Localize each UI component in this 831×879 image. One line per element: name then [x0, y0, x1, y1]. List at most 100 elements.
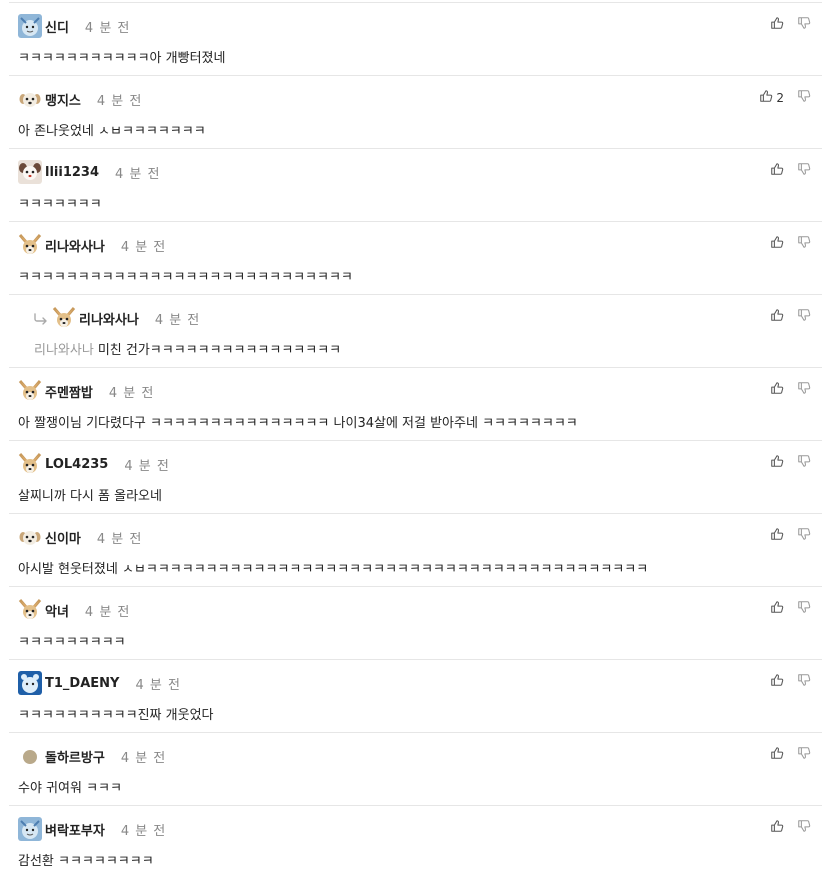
downvote-button[interactable]	[797, 672, 811, 691]
blue-bear-avatar[interactable]	[18, 671, 42, 695]
downvote-button[interactable]	[797, 818, 811, 837]
comment-text: ㅋㅋㅋㅋㅋㅋㅋㅋㅋ	[18, 635, 126, 650]
upvote-button[interactable]	[770, 745, 784, 764]
thumbs-up-icon	[770, 745, 784, 764]
comment-body: ㅋㅋㅋㅋㅋㅋㅋㅋㅋㅋㅋ아 개빵터졌네	[18, 47, 225, 66]
blue-character-avatar[interactable]	[18, 817, 42, 841]
comment-author[interactable]: 벼락포부자	[45, 820, 105, 839]
comment-header: 악녀 4 분 전	[18, 598, 130, 622]
upvote-button[interactable]	[770, 818, 784, 837]
thumbs-down-icon	[797, 161, 811, 180]
downvote-button[interactable]	[797, 745, 811, 764]
comment-text: 아 존나웃었네 ㅅㅂㅋㅋㅋㅋㅋㅋㅋ	[18, 124, 206, 139]
downvote-button[interactable]	[797, 161, 811, 180]
comment-text: ㅋㅋㅋㅋㅋㅋㅋㅋㅋㅋㅋ아 개빵터졌네	[18, 51, 226, 66]
comment-header: 벼락포부자 4 분 전	[18, 817, 166, 841]
cute-animal-avatar[interactable]	[18, 160, 42, 184]
comment-text: 감선환 ㅋㅋㅋㅋㅋㅋㅋㅋ	[18, 854, 154, 869]
comment-text: 살찌니까 다시 폼 올라오네	[18, 489, 162, 504]
comment-timestamp: 4 분 전	[120, 823, 167, 839]
comment-header: 리나와사나 4 분 전	[18, 233, 166, 257]
thumbs-down-icon	[797, 745, 811, 764]
reply-comment: 리나와사나 4 분 전 리나와사나 미친 건가ㅋㅋㅋㅋㅋㅋㅋㅋㅋㅋㅋㅋㅋㅋㅋㅋ	[9, 295, 822, 368]
upvote-button[interactable]	[770, 15, 784, 34]
chihuahua-avatar[interactable]	[52, 306, 76, 330]
reply-mention[interactable]: 리나와사나	[34, 343, 94, 358]
thumbs-down-icon	[797, 818, 811, 837]
vote-controls	[770, 818, 811, 837]
comment-item: llii1234 4 분 전 ㅋㅋㅋㅋㅋㅋㅋ	[9, 149, 822, 222]
comment-author[interactable]: 주멘짬밥	[45, 382, 93, 401]
vote-controls	[770, 234, 811, 253]
dot-avatar[interactable]	[18, 744, 42, 768]
comment-header: 신이마 4 분 전	[18, 525, 142, 549]
vote-controls	[770, 161, 811, 180]
thumbs-down-icon	[797, 15, 811, 34]
upvote-button[interactable]	[770, 526, 784, 545]
comment-timestamp: 4 분 전	[135, 677, 181, 693]
comment-author[interactable]: 리나와사나	[45, 236, 105, 255]
comment-timestamp: 4 분 전	[84, 604, 131, 620]
downvote-button[interactable]	[797, 307, 811, 326]
comment-header: 돌하르방구 4 분 전	[18, 744, 166, 768]
comment-author[interactable]: T1_DAENY	[45, 676, 119, 691]
downvote-button[interactable]	[797, 599, 811, 618]
comment-author[interactable]: 리나와사나	[79, 309, 139, 328]
comment-item: 신디 4 분 전 ㅋㅋㅋㅋㅋㅋㅋㅋㅋㅋㅋ아 개빵터졌네	[9, 3, 822, 76]
downvote-button[interactable]	[797, 88, 811, 107]
downvote-button[interactable]	[797, 453, 811, 472]
comment-item: 벼락포부자 4 분 전감선환 ㅋㅋㅋㅋㅋㅋㅋㅋ	[9, 806, 822, 879]
comment-timestamp: 4 분 전	[115, 166, 161, 182]
chihuahua-avatar[interactable]	[18, 233, 42, 257]
comment-item: LOL4235 4 분 전 살찌니까 다시 폼 올라오네	[9, 441, 822, 514]
thumbs-up-icon	[770, 234, 784, 253]
downvote-button[interactable]	[797, 234, 811, 253]
comment-header: T1_DAENY 4 분 전	[18, 671, 181, 695]
chihuahua-avatar[interactable]	[18, 598, 42, 622]
downvote-button[interactable]	[797, 526, 811, 545]
comment-text: 아시발 현웃터졌네 ㅅㅂㅋㅋㅋㅋㅋㅋㅋㅋㅋㅋㅋㅋㅋㅋㅋㅋㅋㅋㅋㅋㅋㅋㅋㅋㅋㅋㅋㅋ…	[18, 562, 649, 577]
downvote-button[interactable]	[797, 380, 811, 399]
comment-author[interactable]: llii1234	[45, 165, 99, 180]
chihuahua-avatar[interactable]	[18, 452, 42, 476]
comment-author[interactable]: 신디	[45, 17, 69, 36]
comment-author[interactable]: 돌하르방구	[45, 747, 105, 766]
thumbs-up-icon	[770, 599, 784, 618]
thumbs-up-icon	[770, 161, 784, 180]
comment-timestamp: 4 분 전	[154, 312, 201, 328]
thumbs-up-icon	[770, 818, 784, 837]
puppy-avatar[interactable]	[18, 525, 42, 549]
comment-author[interactable]: 악녀	[45, 601, 69, 620]
comment-body: ㅋㅋㅋㅋㅋㅋㅋㅋㅋㅋㅋㅋㅋㅋㅋㅋㅋㅋㅋㅋㅋㅋㅋㅋㅋㅋㅋㅋ	[18, 266, 353, 285]
comment-author[interactable]: LOL4235	[45, 457, 108, 472]
upvote-button[interactable]	[770, 161, 784, 180]
puppy-avatar[interactable]	[18, 87, 42, 111]
thumbs-down-icon	[797, 234, 811, 253]
comment-timestamp: 4 분 전	[120, 750, 167, 766]
upvote-button[interactable]	[770, 599, 784, 618]
comment-text: ㅋㅋㅋㅋㅋㅋㅋㅋㅋㅋ진짜 개웃었다	[18, 708, 214, 723]
comment-author[interactable]: 신이마	[45, 528, 81, 547]
upvote-button[interactable]	[770, 234, 784, 253]
upvote-button[interactable]: 2	[759, 88, 784, 107]
chihuahua-avatar[interactable]	[18, 379, 42, 403]
upvote-button[interactable]	[770, 380, 784, 399]
comment-timestamp: 4 분 전	[120, 239, 167, 255]
comment-header: 리나와사나 4 분 전	[33, 306, 200, 330]
comment-author[interactable]: 맹지스	[45, 90, 81, 109]
vote-controls	[770, 15, 811, 34]
comment-item: 신이마 4 분 전아시발 현웃터졌네 ㅅㅂㅋㅋㅋㅋㅋㅋㅋㅋㅋㅋㅋㅋㅋㅋㅋㅋㅋㅋㅋㅋ…	[9, 514, 822, 587]
blue-character-avatar[interactable]	[18, 14, 42, 38]
downvote-button[interactable]	[797, 15, 811, 34]
reply-arrow-icon	[33, 311, 49, 325]
comment-body: 수야 귀여워 ㅋㅋㅋ	[18, 777, 122, 796]
thumbs-up-icon	[770, 526, 784, 545]
upvote-button[interactable]	[770, 453, 784, 472]
vote-controls	[770, 526, 811, 545]
upvote-button[interactable]	[770, 672, 784, 691]
upvote-button[interactable]	[770, 307, 784, 326]
comment-timestamp: 4 분 전	[84, 20, 131, 36]
thumbs-down-icon	[797, 672, 811, 691]
vote-controls	[770, 453, 811, 472]
comment-timestamp: 4 분 전	[96, 531, 143, 547]
